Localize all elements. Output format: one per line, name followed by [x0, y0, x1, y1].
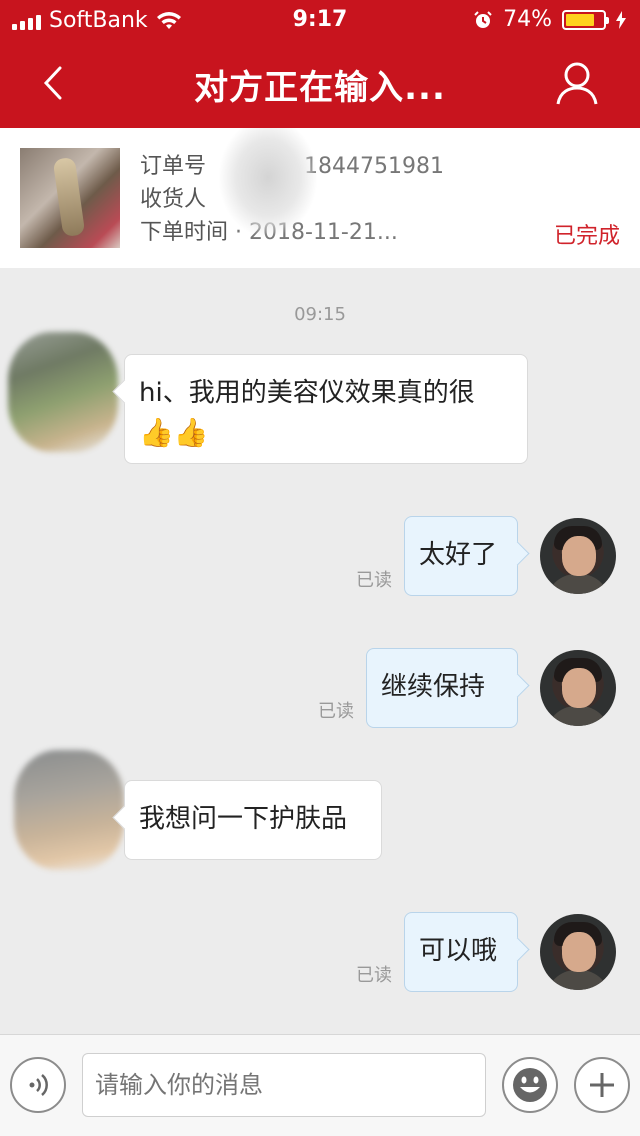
message-bubble-incoming[interactable]: 我想问一下护肤品 [124, 780, 382, 860]
status-right: 74% [473, 7, 626, 32]
input-bar [0, 1034, 640, 1136]
top-bar: SoftBank 9:17 74% 对方正在输入... [0, 0, 640, 128]
my-avatar[interactable] [540, 518, 616, 594]
order-number-label: 订单号 [140, 154, 207, 179]
message-input[interactable] [82, 1053, 486, 1117]
read-receipt: 已读 [318, 701, 354, 722]
status-bar: SoftBank 9:17 74% [0, 0, 640, 40]
message-text: 我想问一下护肤品 [139, 804, 348, 834]
plus-icon [590, 1073, 614, 1097]
message-text: 可以哦 [419, 936, 498, 966]
battery-percent: 74% [503, 7, 552, 32]
redaction-blur [218, 128, 318, 238]
add-button[interactable] [574, 1057, 630, 1113]
message-text: hi、我用的美容仪效果真的很 [139, 378, 475, 408]
thumbs-up-emoji: 👍👍 [139, 416, 209, 449]
message-bubble-outgoing[interactable]: 继续保持 [366, 648, 518, 728]
voice-icon [29, 1074, 48, 1096]
message-bubble-outgoing[interactable]: 可以哦 [404, 912, 518, 992]
receiver-label: 收货人 [140, 187, 207, 212]
alarm-icon [474, 10, 492, 28]
read-receipt: 已读 [356, 965, 392, 986]
order-status-badge: 已完成 [553, 224, 620, 249]
user-icon [556, 62, 598, 105]
smiley-icon [513, 1068, 547, 1102]
charging-icon [616, 10, 626, 29]
read-receipt: 已读 [356, 570, 392, 591]
message-bubble-incoming[interactable]: hi、我用的美容仪效果真的很 👍👍 [124, 354, 528, 464]
message-bubble-outgoing[interactable]: 太好了 [404, 516, 518, 596]
order-time-label: 下单时间 [140, 220, 229, 245]
contact-avatar[interactable] [14, 750, 124, 870]
voice-button[interactable] [10, 1057, 66, 1113]
message-text: 继续保持 [381, 672, 486, 702]
page-title: 对方正在输入... [194, 68, 446, 108]
contact-avatar[interactable] [8, 332, 118, 452]
product-thumbnail [20, 148, 120, 248]
message-text: 太好了 [419, 540, 498, 570]
order-card[interactable]: 订单号 1844751981 收货人 下单时间 · 2018-11-21... … [0, 128, 640, 268]
emoji-button[interactable] [502, 1057, 558, 1113]
user-profile-button[interactable] [554, 60, 600, 106]
battery-icon [562, 9, 609, 30]
my-avatar[interactable] [540, 650, 616, 726]
chat-timestamp: 09:15 [294, 304, 346, 325]
my-avatar[interactable] [540, 914, 616, 990]
order-number-value: 1844751981 [304, 154, 444, 179]
